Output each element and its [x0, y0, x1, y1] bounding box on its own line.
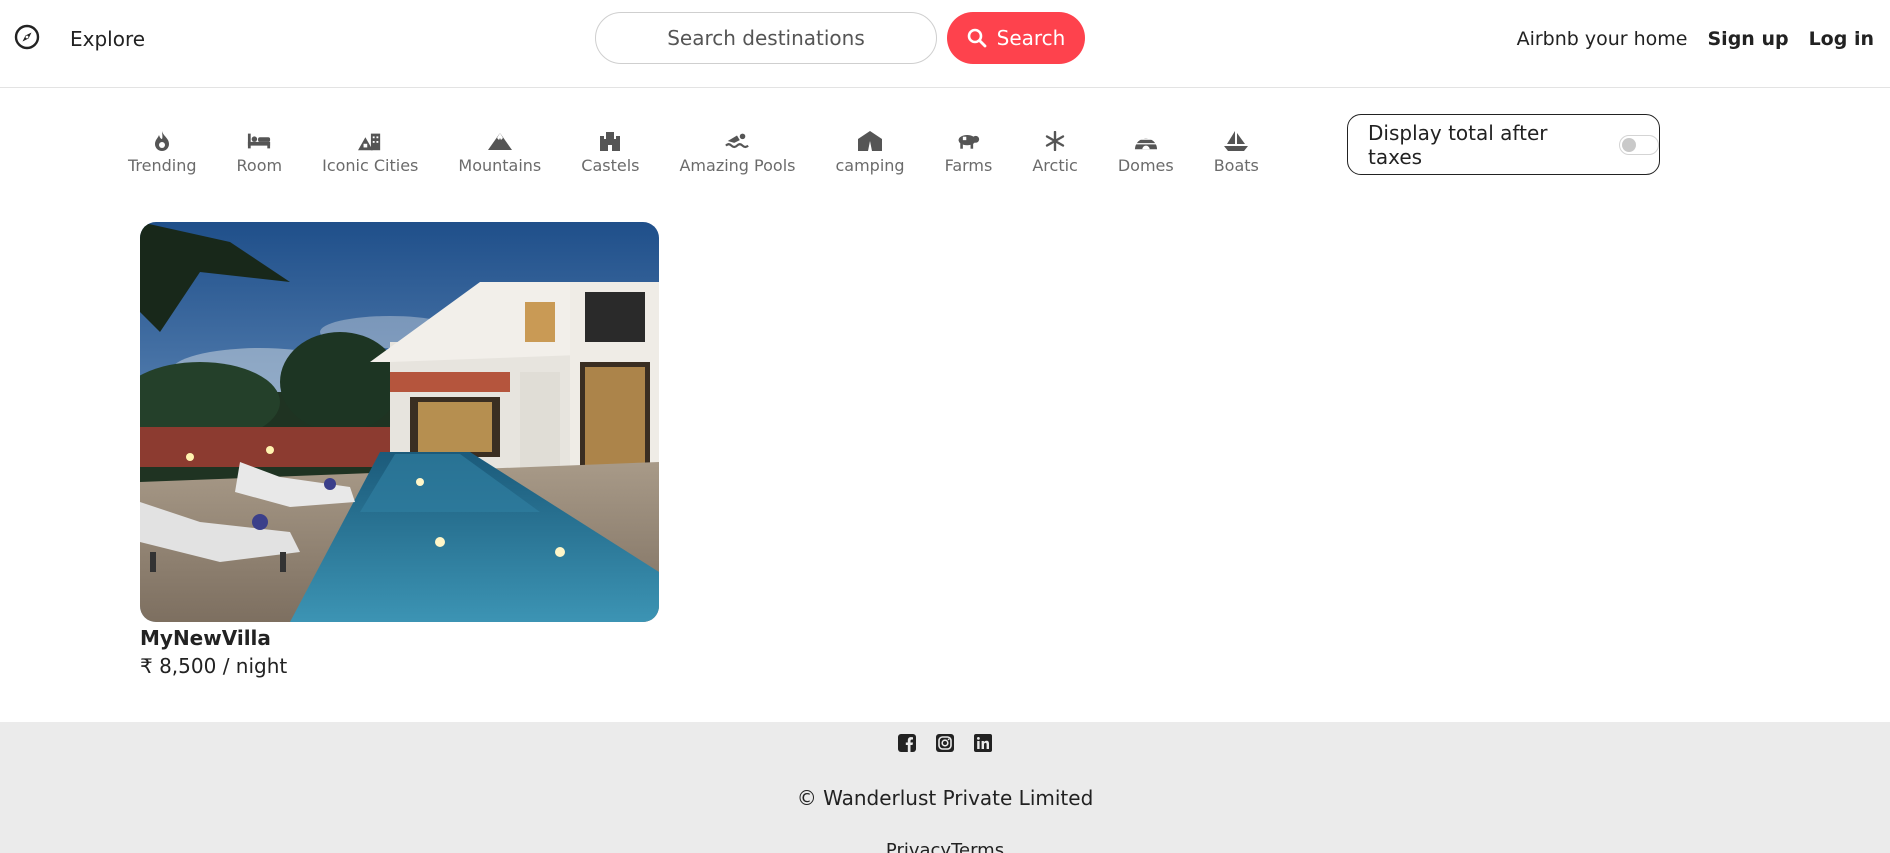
instagram-icon[interactable] — [936, 734, 954, 752]
tent-icon — [858, 130, 883, 152]
filter-trending[interactable]: Trending — [128, 130, 197, 175]
filter-amazing-pools[interactable]: Amazing Pools — [679, 130, 795, 175]
bed-icon — [247, 130, 271, 152]
search-icon — [967, 28, 987, 48]
filter-label: camping — [835, 156, 905, 175]
filter-label: Mountains — [458, 156, 542, 175]
filter-label: Boats — [1213, 156, 1259, 175]
nav-left: Explore — [14, 24, 145, 54]
filter-farms[interactable]: Farms — [944, 130, 993, 175]
filter-label: Domes — [1117, 156, 1174, 175]
explore-link[interactable]: Explore — [70, 27, 145, 51]
filter-label: Arctic — [1032, 156, 1078, 175]
nav-right: Airbnb your home Sign up Log in — [1497, 24, 1874, 54]
filter-label: Iconic Cities — [322, 156, 419, 175]
filter-camping[interactable]: camping — [835, 130, 905, 175]
filter-iconic-cities[interactable]: Iconic Cities — [322, 130, 418, 175]
listing-image[interactable] — [140, 222, 659, 622]
filter-label: Farms — [944, 156, 993, 175]
tax-toggle-box: Display total after taxes — [1347, 114, 1660, 175]
navbar: Explore Search Airbnb your home Sign up … — [0, 0, 1890, 88]
snowflake-icon — [1043, 130, 1067, 152]
filter-domes[interactable]: Domes — [1118, 130, 1174, 175]
filter-mountains[interactable]: Mountains — [458, 130, 541, 175]
airbnb-your-home-link[interactable]: Airbnb your home — [1517, 28, 1688, 50]
category-filters: Trending Room Iconic Cities Mountains Ca… — [128, 130, 1299, 175]
cow-icon — [956, 130, 980, 152]
castle-icon — [598, 130, 622, 152]
igloo-icon — [1134, 130, 1158, 152]
signup-link[interactable]: Sign up — [1708, 28, 1789, 50]
facebook-icon[interactable] — [898, 734, 916, 752]
privacy-link[interactable]: Privacy — [886, 840, 951, 853]
switch-knob — [1622, 137, 1637, 152]
mountain-icon — [487, 130, 512, 152]
city-icon — [358, 130, 382, 152]
footer-links: PrivacyTerms — [0, 840, 1890, 853]
tax-toggle-switch[interactable] — [1619, 134, 1659, 155]
filter-castels[interactable]: Castels — [581, 130, 639, 175]
search-button[interactable]: Search — [947, 12, 1085, 64]
swimmer-icon — [725, 130, 750, 152]
tax-toggle-label: Display total after taxes — [1368, 120, 1548, 169]
fire-icon — [150, 130, 174, 152]
terms-link[interactable]: Terms — [951, 840, 1004, 853]
listing-price: ₹ 8,500 / night — [140, 654, 288, 678]
filter-label: Amazing Pools — [679, 156, 796, 175]
sailboat-icon — [1224, 130, 1249, 152]
filter-room[interactable]: Room — [236, 130, 283, 175]
footer: © Wanderlust Private Limited PrivacyTerm… — [0, 722, 1890, 853]
listing-title[interactable]: MyNewVilla — [140, 626, 659, 650]
search-bar: Search — [595, 12, 1085, 64]
filter-label: Trending — [128, 156, 197, 175]
filter-label: Room — [236, 156, 283, 175]
copyright-text: © Wanderlust Private Limited — [796, 786, 1094, 810]
login-link[interactable]: Log in — [1809, 28, 1874, 50]
social-links — [0, 734, 1890, 752]
filter-label: Castels — [581, 156, 640, 175]
search-button-label: Search — [996, 26, 1066, 50]
search-input[interactable] — [595, 12, 937, 64]
linkedin-icon[interactable] — [974, 734, 992, 752]
filter-arctic[interactable]: Arctic — [1032, 130, 1078, 175]
listing-card[interactable]: MyNewVilla ₹ 8,500 / night — [140, 222, 659, 678]
compass-icon[interactable] — [14, 24, 40, 54]
filter-boats[interactable]: Boats — [1214, 130, 1259, 175]
